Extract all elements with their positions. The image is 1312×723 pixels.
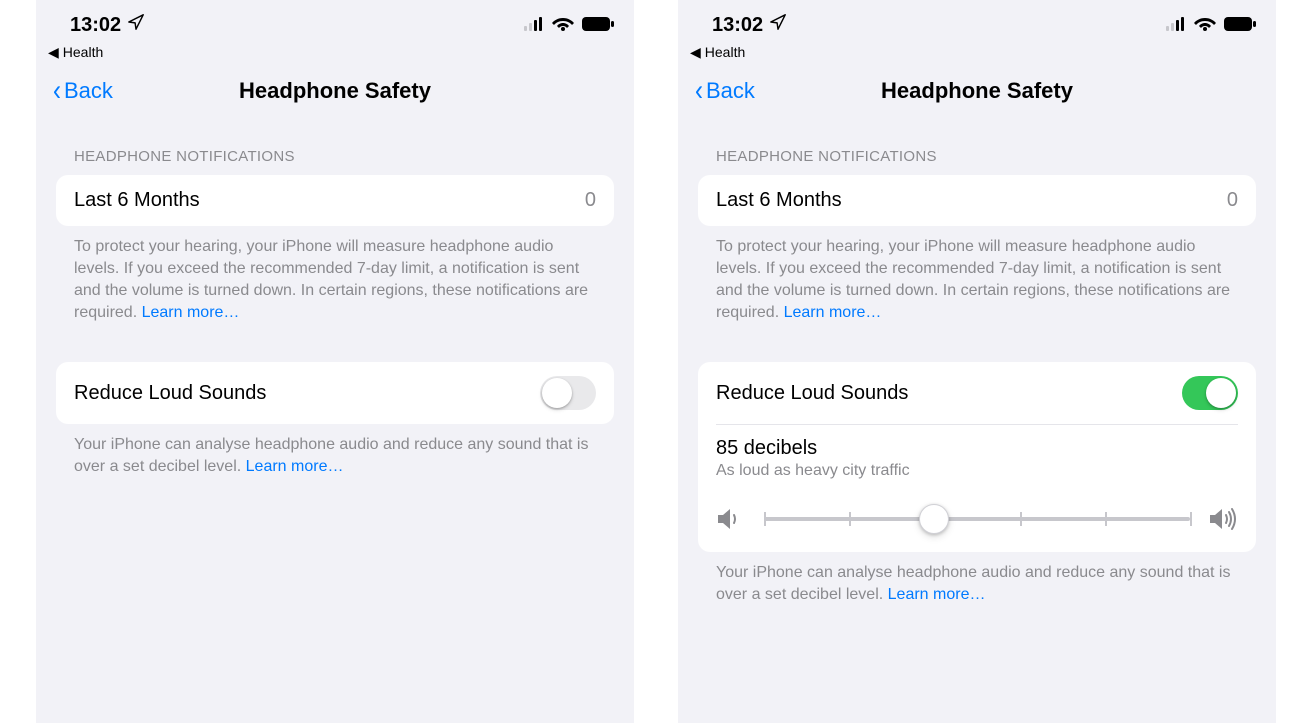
slider-tick <box>1190 512 1192 526</box>
notifications-footer: To protect your hearing, your iPhone wil… <box>56 226 614 324</box>
slider-tick <box>764 512 766 526</box>
wifi-icon <box>552 14 574 37</box>
row-last-6-months[interactable]: Last 6 Months 0 <box>698 175 1256 226</box>
screen-left: 13:02 ◀︎ Health ‹ Back Headphone Safety … <box>36 0 634 723</box>
row-reduce-loud-sounds[interactable]: Reduce Loud Sounds <box>56 362 614 424</box>
breadcrumb-app-label: Health <box>63 44 103 60</box>
page-title: Headphone Safety <box>694 78 1260 104</box>
row-label: Last 6 Months <box>716 189 842 212</box>
reduce-loud-sounds-card: Reduce Loud Sounds 85 decibels As loud a… <box>56 362 614 424</box>
notifications-footer: To protect your hearing, your iPhone wil… <box>698 226 1256 324</box>
location-icon <box>769 13 787 37</box>
reduce-footer: Your iPhone can analyse headphone audio … <box>698 552 1256 606</box>
wifi-icon <box>1194 14 1216 37</box>
row-label: Reduce Loud Sounds <box>716 382 908 405</box>
reduce-loud-sounds-toggle[interactable] <box>1182 376 1238 410</box>
decibel-slider[interactable] <box>764 517 1190 521</box>
back-button[interactable]: ‹ Back <box>52 76 113 106</box>
chevron-left-icon: ‹ <box>695 76 703 106</box>
caret-left-icon: ◀︎ <box>690 45 701 59</box>
reduce-loud-sounds-toggle[interactable] <box>540 376 596 410</box>
row-reduce-loud-sounds[interactable]: Reduce Loud Sounds <box>698 362 1256 424</box>
nav-bar: ‹ Back Headphone Safety <box>36 64 634 118</box>
back-button[interactable]: ‹ Back <box>694 76 755 106</box>
slider-tick <box>1105 512 1107 526</box>
page-title: Headphone Safety <box>52 78 618 104</box>
reduce-loud-sounds-card: Reduce Loud Sounds 85 decibels As loud a… <box>698 362 1256 552</box>
battery-icon <box>582 14 614 37</box>
row-label: Last 6 Months <box>74 189 200 212</box>
learn-more-link[interactable]: Learn more… <box>142 304 240 321</box>
caret-left-icon: ◀︎ <box>48 45 59 59</box>
nav-bar: ‹ Back Headphone Safety <box>678 64 1276 118</box>
back-label: Back <box>706 78 755 104</box>
back-label: Back <box>64 78 113 104</box>
learn-more-link[interactable]: Learn more… <box>784 304 882 321</box>
row-last-6-months[interactable]: Last 6 Months 0 <box>56 175 614 226</box>
speaker-low-icon <box>716 506 746 532</box>
learn-more-link[interactable]: Learn more… <box>246 458 344 475</box>
content: HEADPHONE NOTIFICATIONS Last 6 Months 0 … <box>36 118 634 478</box>
cellular-icon <box>524 14 544 37</box>
slider-tick <box>1020 512 1022 526</box>
screen-right: 13:02 ◀︎ Health ‹ Back Headphone Safety … <box>678 0 1276 723</box>
chevron-left-icon: ‹ <box>53 76 61 106</box>
decibel-panel: 85 decibels As loud as heavy city traffi… <box>698 425 1256 552</box>
content: HEADPHONE NOTIFICATIONS Last 6 Months 0 … <box>678 118 1276 606</box>
decibel-title: 85 decibels <box>716 437 1238 460</box>
status-bar: 13:02 <box>678 0 1276 44</box>
section-header-notifications: HEADPHONE NOTIFICATIONS <box>56 148 614 175</box>
slider-thumb[interactable] <box>919 504 949 534</box>
battery-icon <box>1224 14 1256 37</box>
status-time: 13:02 <box>70 14 121 37</box>
breadcrumb-app-label: Health <box>705 44 745 60</box>
reduce-footer: Your iPhone can analyse headphone audio … <box>56 424 614 478</box>
cellular-icon <box>1166 14 1186 37</box>
speaker-high-icon <box>1208 506 1238 532</box>
location-icon <box>127 13 145 37</box>
section-header-notifications: HEADPHONE NOTIFICATIONS <box>698 148 1256 175</box>
learn-more-link[interactable]: Learn more… <box>888 586 986 603</box>
status-time: 13:02 <box>712 14 763 37</box>
back-to-app[interactable]: ◀︎ Health <box>678 44 1276 64</box>
back-to-app[interactable]: ◀︎ Health <box>36 44 634 64</box>
row-value: 0 <box>1227 189 1238 212</box>
slider-tick <box>849 512 851 526</box>
row-value: 0 <box>585 189 596 212</box>
row-label: Reduce Loud Sounds <box>74 382 266 405</box>
status-bar: 13:02 <box>36 0 634 44</box>
decibel-subtitle: As loud as heavy city traffic <box>716 462 1238 480</box>
